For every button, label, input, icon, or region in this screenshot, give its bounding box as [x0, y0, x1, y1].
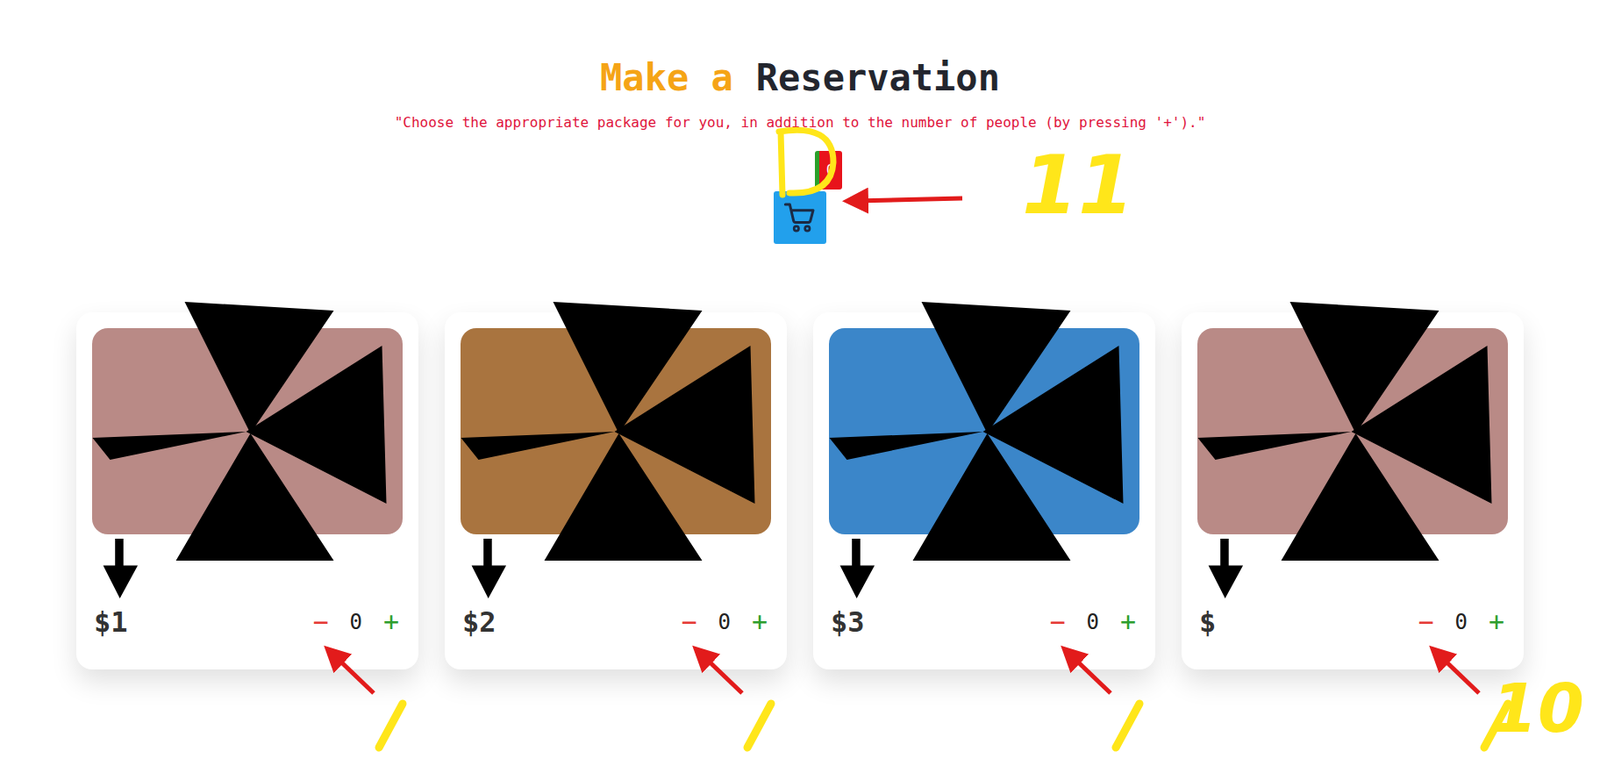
heading-accent: Make a — [600, 54, 734, 102]
package-card: $1 −0 + — [76, 312, 419, 670]
cart-button[interactable]: 0 — [773, 191, 827, 244]
decrease-button[interactable]: − — [680, 606, 697, 638]
down-arrow-mark — [839, 538, 877, 599]
increase-button[interactable]: + — [1488, 606, 1505, 638]
down-arrow-mark — [102, 538, 140, 599]
annotation-label: 10 — [1491, 675, 1585, 743]
annotation-label: 11 — [1021, 145, 1135, 227]
package-card: $ −0 + — [1181, 312, 1524, 670]
package-price: $ — [1199, 605, 1216, 639]
heading-main: Reservation — [756, 54, 1000, 102]
package-card: $2 −0 + — [444, 312, 787, 670]
people-counter: −0 + — [1417, 606, 1505, 638]
package-photo — [828, 328, 1140, 535]
scribble-mark — [828, 328, 1140, 535]
people-count: 0 — [1454, 609, 1467, 635]
people-count: 0 — [349, 609, 362, 635]
decrease-button[interactable]: − — [312, 606, 329, 638]
scribble-mark — [1197, 328, 1508, 535]
package-list: $1−0+$2−0+$3−0+$−0+ — [76, 312, 1524, 670]
package-footer: $ −0 + — [1197, 604, 1508, 640]
decrease-button[interactable]: − — [1049, 606, 1065, 638]
scribble-mark — [460, 328, 772, 535]
package-price: $3 — [830, 605, 865, 639]
cart-icon — [782, 200, 818, 236]
package-photo — [1197, 328, 1508, 535]
package-price: $2 — [462, 605, 497, 639]
package-footer: $1 −0 + — [92, 604, 403, 640]
scribble-mark — [92, 328, 403, 535]
down-arrow-mark — [471, 538, 508, 599]
people-count: 0 — [717, 609, 730, 635]
increase-button[interactable]: + — [751, 606, 768, 638]
people-count: 0 — [1085, 609, 1099, 635]
package-photo — [460, 328, 772, 535]
instruction-text: "Choose the appropriate package for you,… — [394, 112, 1207, 134]
package-footer: $2 −0 + — [460, 604, 772, 640]
package-photo — [92, 328, 403, 535]
package-card: $3 −0 + — [813, 312, 1156, 670]
reservation-page: Make a Reservation "Choose the appropriate… — [0, 0, 1600, 780]
package-price: $1 — [93, 605, 129, 639]
section-heading: Make a Reservation — [600, 54, 1000, 102]
down-arrow-mark — [1207, 538, 1245, 599]
people-counter: −0 + — [680, 606, 768, 638]
package-footer: $3 −0 + — [828, 604, 1140, 640]
annotation-layer — [0, 0, 1586, 780]
people-counter: −0 + — [1049, 606, 1136, 638]
people-counter: −0 + — [312, 606, 400, 638]
increase-button[interactable]: + — [383, 606, 400, 638]
cart-area: 0 — [773, 191, 827, 244]
cart-count-badge: 0 — [814, 150, 843, 190]
decrease-button[interactable]: − — [1417, 606, 1434, 638]
increase-button[interactable]: + — [1120, 606, 1136, 638]
